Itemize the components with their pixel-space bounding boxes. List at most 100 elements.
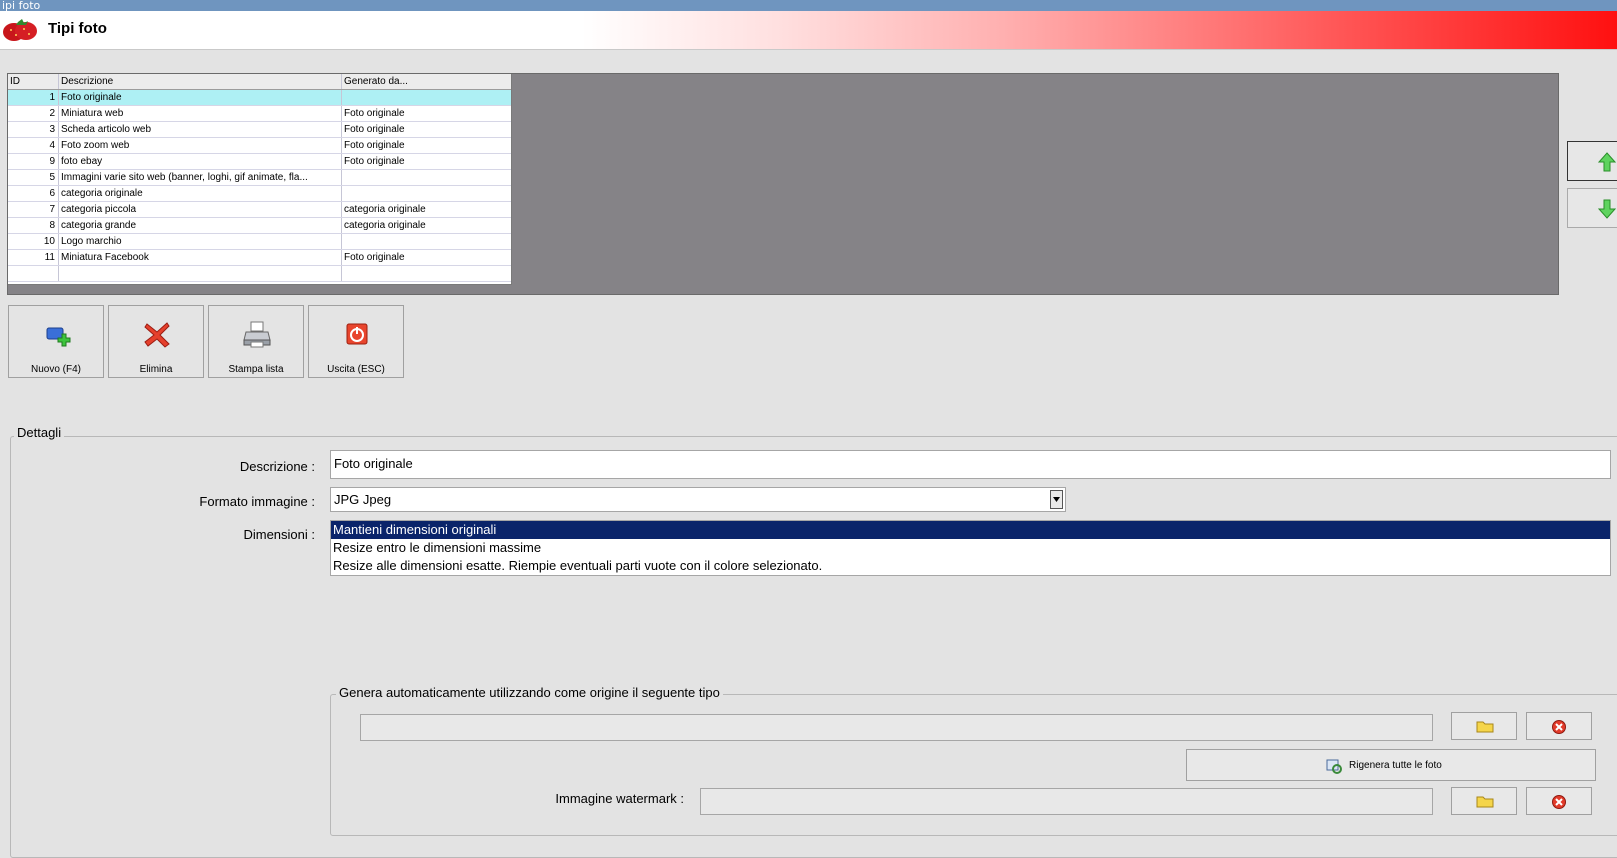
cell-id: 4 [8, 138, 59, 153]
cell-id: 7 [8, 202, 59, 217]
cell-id: 2 [8, 106, 59, 121]
chevron-down-icon[interactable] [1050, 490, 1063, 509]
cell-descrizione: Miniatura Facebook [59, 250, 342, 265]
table-row[interactable]: 3 Scheda articolo web Foto originale [8, 122, 511, 138]
dimensioni-option[interactable]: Resize entro le dimensioni massime [331, 539, 1610, 557]
column-header-id[interactable]: ID [8, 74, 59, 89]
clear-watermark-button[interactable] [1526, 787, 1592, 815]
delete-button[interactable]: Elimina [108, 305, 204, 378]
move-up-button[interactable] [1567, 141, 1617, 181]
page-title: Tipi foto [48, 20, 107, 37]
cell-id: 5 [8, 170, 59, 185]
grid-panel: ID Descrizione Generato da... 1 Foto orig… [7, 73, 1559, 295]
dimensioni-option[interactable]: Resize alle dimensioni esatte. Riempie e… [331, 557, 1610, 575]
dimensioni-listbox[interactable]: Mantieni dimensioni originali Resize ent… [330, 520, 1611, 576]
cell-generato [342, 234, 511, 249]
cell-descrizione: Foto zoom web [59, 138, 342, 153]
table-row[interactable]: 11 Miniatura Facebook Foto originale [8, 250, 511, 266]
window-title: ipi foto [0, 0, 1617, 11]
cell-generato: Foto originale [344, 140, 405, 151]
delete-icon [144, 322, 170, 348]
select-origin-button[interactable] [1451, 712, 1517, 740]
watermark-field[interactable] [700, 788, 1433, 815]
print-list-button[interactable]: Stampa lista [208, 305, 304, 378]
new-button[interactable]: Nuovo (F4) [8, 305, 104, 378]
descrizione-label: Descrizione : [239, 459, 315, 474]
cell-id: 6 [8, 186, 59, 201]
table-row[interactable]: 4 Foto zoom web Foto originale [8, 138, 511, 154]
table-row[interactable] [8, 266, 511, 282]
cell-generato [342, 170, 511, 185]
details-group-title: Dettagli [14, 425, 65, 440]
clear-origin-button[interactable] [1526, 712, 1592, 740]
table-row[interactable]: 2 Miniatura web Foto originale [8, 106, 511, 122]
cell-generato: categoria originale [344, 204, 426, 215]
print-list-button-label: Stampa lista [228, 364, 284, 375]
cell-descrizione: Foto originale [59, 90, 342, 105]
regenerate-icon [1326, 759, 1342, 774]
exit-button[interactable]: Uscita (ESC) [308, 305, 404, 378]
table-row[interactable]: 9 foto ebay Foto originale [8, 154, 511, 170]
grid-header: ID Descrizione Generato da... [8, 74, 511, 90]
exit-button-label: Uscita (ESC) [327, 364, 385, 375]
arrow-down-icon [1598, 199, 1616, 219]
watermark-label: Immagine watermark : [555, 791, 684, 806]
new-record-icon [46, 327, 71, 347]
close-icon [1552, 795, 1566, 809]
table-row[interactable]: 7 categoria piccola categoria originale [8, 202, 511, 218]
printer-icon [243, 321, 271, 348]
formato-immagine-value: JPG Jpeg [334, 492, 392, 507]
new-button-label: Nuovo (F4) [30, 364, 81, 375]
cell-id: 9 [8, 154, 59, 169]
cell-generato [342, 90, 511, 105]
table-row[interactable]: 5 Immagini varie sito web (banner, loghi,… [8, 170, 511, 186]
cell-descrizione [59, 266, 342, 281]
table-row[interactable]: 8 categoria grande categoria originale [8, 218, 511, 234]
cell-descrizione: Scheda articolo web [59, 122, 342, 137]
cell-generato: Foto originale [344, 108, 405, 119]
folder-icon [1476, 796, 1494, 808]
cell-id: 3 [8, 122, 59, 137]
cell-id: 11 [8, 250, 59, 265]
auto-generate-group-title: Genera automaticamente utilizzando come … [336, 685, 723, 700]
power-icon [346, 323, 368, 345]
table-row[interactable]: 1 Foto originale [8, 90, 511, 106]
column-header-generato[interactable]: Generato da... [342, 74, 511, 89]
cell-id [8, 266, 59, 281]
cell-generato: Foto originale [344, 124, 405, 135]
regenerate-all-button[interactable]: Rigenera tutte le foto [1186, 749, 1596, 781]
formato-immagine-select[interactable]: JPG Jpeg [330, 487, 1066, 512]
cell-id: 8 [8, 218, 59, 233]
dimensioni-label: Dimensioni : [243, 527, 315, 542]
photo-types-grid[interactable]: ID Descrizione Generato da... 1 Foto orig… [8, 74, 512, 285]
descrizione-input[interactable]: Foto originale [330, 450, 1611, 479]
formato-immagine-label: Formato immagine : [199, 494, 315, 509]
cell-descrizione: Immagini varie sito web (banner, loghi, … [59, 170, 342, 185]
cell-generato: Foto originale [344, 252, 405, 263]
cell-descrizione: categoria grande [59, 218, 342, 233]
arrow-up-icon [1598, 152, 1616, 172]
close-icon [1552, 720, 1566, 734]
strawberry-icon [3, 19, 37, 41]
header-bar: Tipi foto [0, 11, 1617, 50]
cell-generato: Foto originale [344, 156, 405, 167]
folder-icon [1476, 721, 1494, 733]
dimensioni-option[interactable]: Mantieni dimensioni originali [331, 521, 1610, 539]
move-down-button[interactable] [1567, 188, 1617, 228]
table-row[interactable]: 6 categoria originale [8, 186, 511, 202]
cell-generato [342, 186, 511, 201]
table-row[interactable]: 10 Logo marchio [8, 234, 511, 250]
cell-descrizione: foto ebay [59, 154, 342, 169]
cell-generato: categoria originale [344, 220, 426, 231]
cell-id: 1 [8, 90, 59, 105]
cell-descrizione: categoria piccola [59, 202, 342, 217]
select-watermark-button[interactable] [1451, 787, 1517, 815]
cell-id: 10 [8, 234, 59, 249]
cell-descrizione: Logo marchio [59, 234, 342, 249]
origin-type-field[interactable] [360, 714, 1433, 741]
column-header-descrizione[interactable]: Descrizione [59, 74, 342, 89]
cell-descrizione: categoria originale [59, 186, 342, 201]
cell-generato [342, 266, 511, 281]
cell-descrizione: Miniatura web [59, 106, 342, 121]
delete-button-label: Elimina [139, 364, 173, 375]
